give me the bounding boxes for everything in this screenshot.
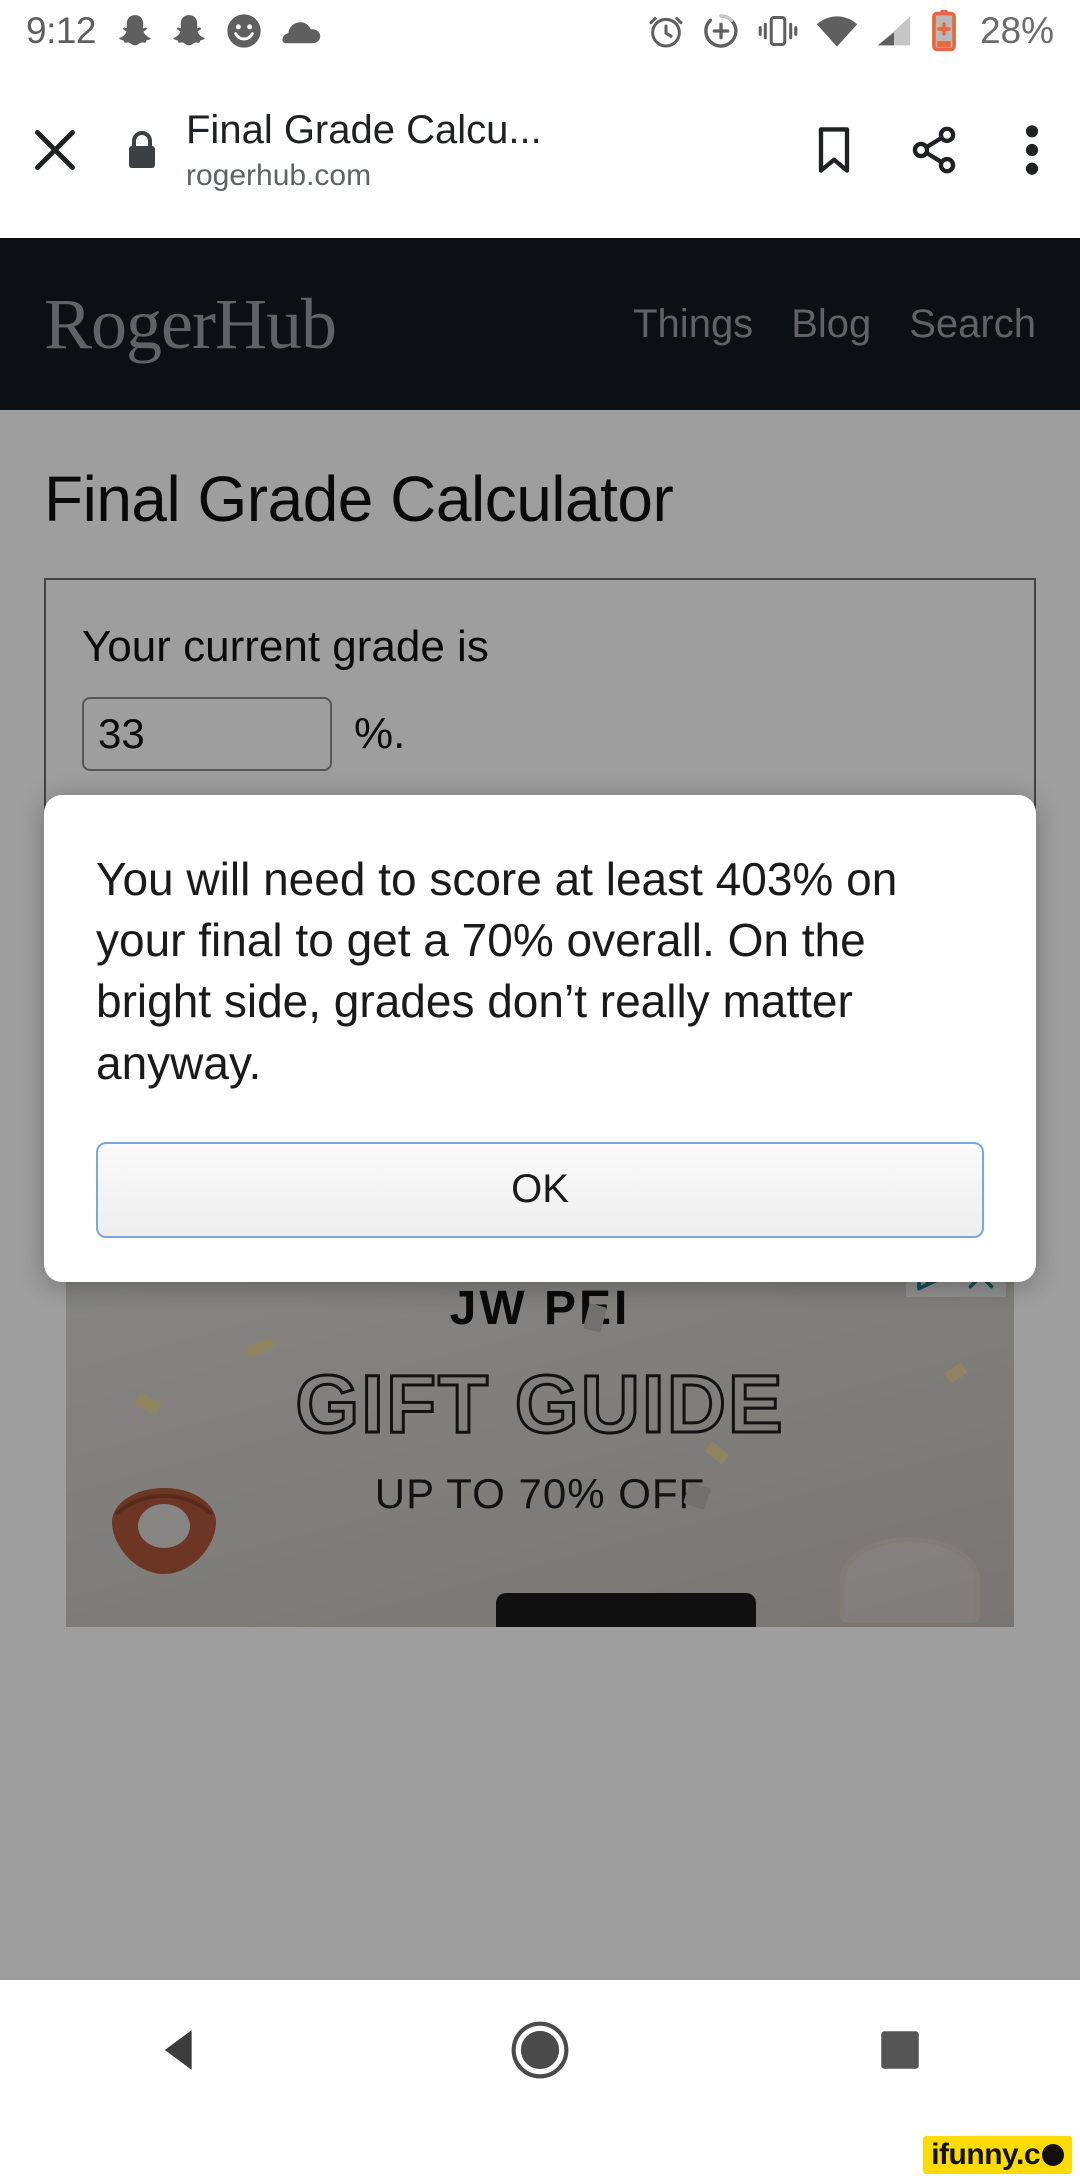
browser-title-block[interactable]: Final Grade Calcu... rogerhub.com [174, 107, 784, 193]
watermark-dot-icon [1042, 2144, 1064, 2166]
browser-action-buttons [784, 122, 1080, 178]
close-tab-button[interactable] [0, 122, 110, 178]
vibrate-icon [756, 12, 800, 50]
back-button[interactable] [90, 1980, 270, 2120]
ifunny-watermark: ifunny.c [923, 2136, 1072, 2174]
bookmark-icon [818, 127, 850, 173]
page-title-label: Final Grade Calcu... [186, 108, 542, 152]
overflow-menu-button[interactable] [984, 122, 1080, 178]
recents-square-icon [881, 2031, 919, 2069]
alert-message: You will need to score at least 403% on … [96, 853, 898, 1089]
snapchat-ghost-icon [116, 11, 154, 51]
footer-strip: ifunny.c [0, 2120, 1080, 2180]
snapchat-ghost-icon [170, 11, 208, 51]
overflow-menu-icon [1025, 125, 1039, 175]
status-system-icons: 28% [646, 9, 1054, 53]
smiley-face-icon [224, 11, 264, 51]
back-triangle-icon [164, 2030, 192, 2070]
status-notification-icons [116, 11, 322, 51]
browser-toolbar: Final Grade Calcu... rogerhub.com [0, 62, 1080, 238]
status-bar: 9:12 28% [0, 0, 1080, 62]
status-time: 9:12 [26, 10, 97, 51]
lock-icon [129, 131, 155, 168]
bookmark-button[interactable] [784, 124, 884, 176]
page-url-label: rogerhub.com [186, 159, 372, 192]
cloud-icon [280, 16, 322, 46]
cellular-signal-icon [874, 13, 914, 49]
alarm-clock-icon [646, 11, 686, 51]
recents-button[interactable] [810, 1980, 990, 2120]
close-icon [35, 130, 75, 170]
home-circle-icon [511, 2021, 569, 2079]
battery-percent-label: 28% [979, 10, 1054, 51]
site-security-indicator[interactable] [110, 128, 174, 172]
share-icon [912, 126, 956, 174]
ok-button[interactable]: OK [96, 1141, 984, 1238]
alert-dialog: You will need to score at least 403% on … [44, 795, 1036, 1282]
wifi-icon [815, 14, 859, 48]
share-button[interactable] [884, 124, 984, 176]
do-not-disturb-icon [701, 11, 741, 51]
watermark-text: ifunny.c [931, 2138, 1040, 2171]
battery-low-icon [929, 9, 959, 53]
android-navigation-bar [0, 1980, 1080, 2120]
home-button[interactable] [450, 1980, 630, 2120]
